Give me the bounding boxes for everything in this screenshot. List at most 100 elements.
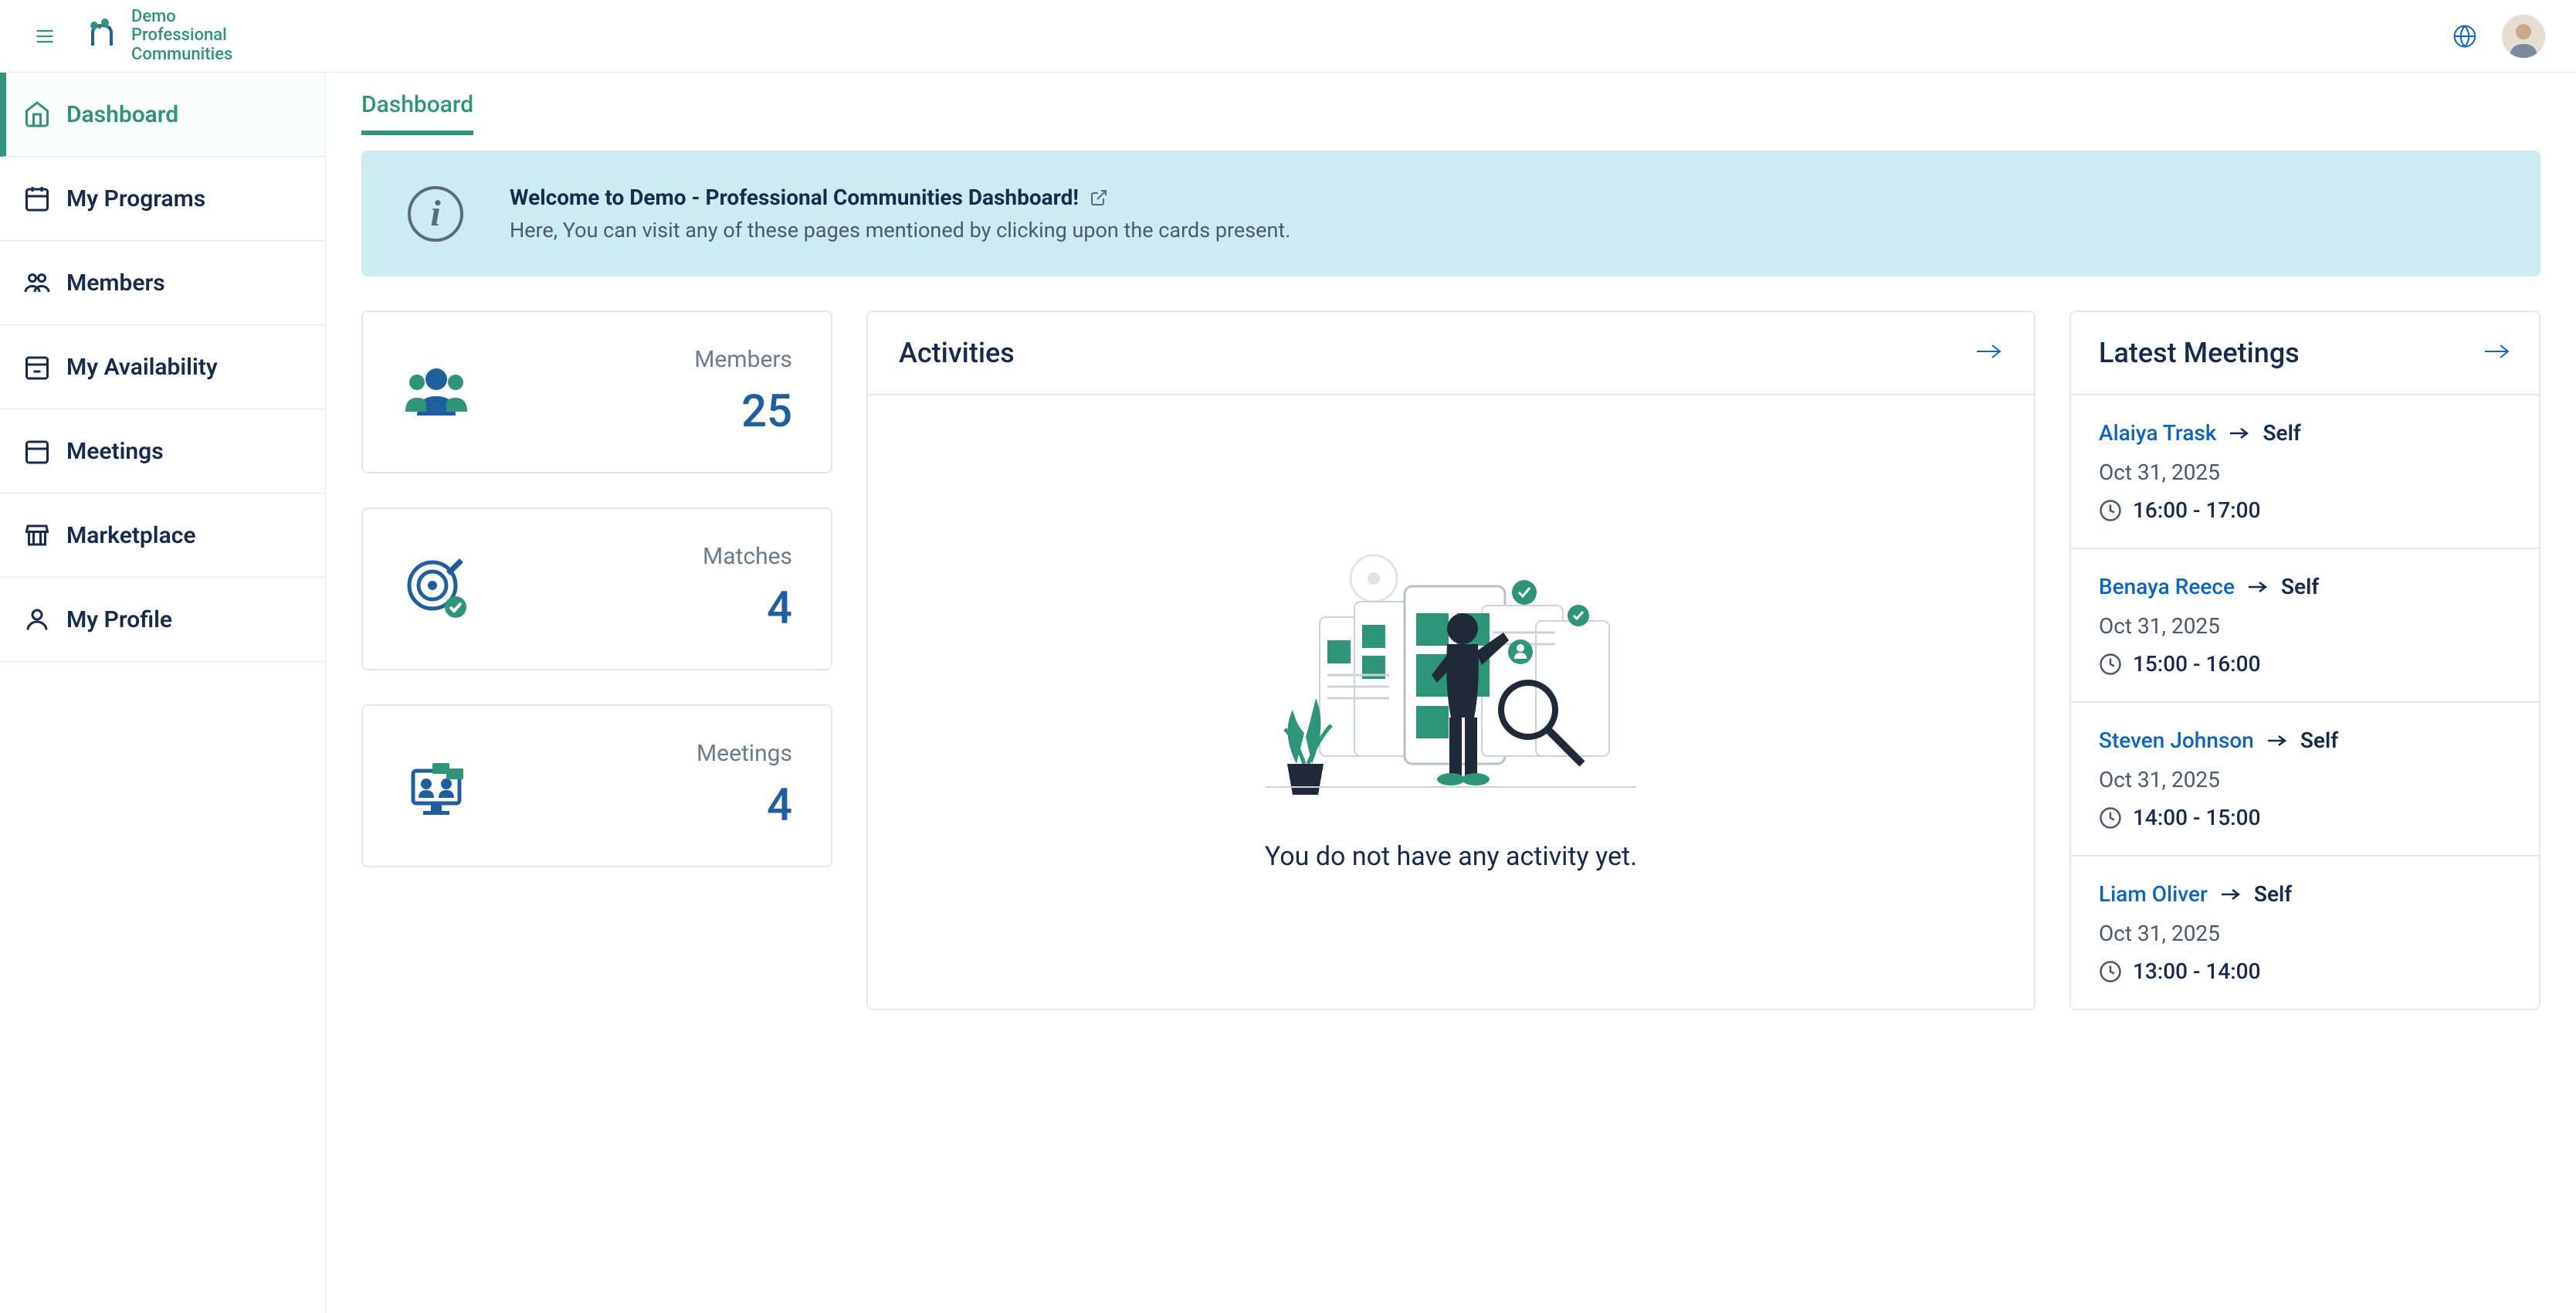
meeting-person: Self — [2262, 420, 2300, 446]
meeting-item[interactable]: Alaiya Trask Self Oct 31, 2025 16:00 - 1… — [2071, 395, 2539, 549]
meeting-time: 15:00 - 16:00 — [2099, 651, 2511, 677]
clock-icon — [2099, 499, 2122, 522]
sidebar-item-label: My Profile — [66, 606, 172, 633]
main-content: Dashboard i Welcome to Demo - Profession… — [326, 73, 2576, 1313]
arrow-right-icon — [2266, 734, 2288, 748]
stat-card-members[interactable]: Members 25 — [361, 310, 832, 473]
meeting-item[interactable]: Steven Johnson Self Oct 31, 2025 14:00 -… — [2071, 703, 2539, 857]
stat-cards-column: Members 25 — [361, 310, 832, 1010]
sidebar-item-marketplace[interactable]: Marketplace — [0, 494, 325, 578]
meeting-person-link[interactable]: Benaya Reece — [2099, 574, 2235, 599]
logo-text: Demo Professional Communities — [131, 8, 232, 64]
sidebar-item-label: My Availability — [66, 354, 218, 381]
logo-icon — [83, 18, 120, 55]
sidebar-item-label: Marketplace — [66, 522, 196, 549]
hamburger-menu-button[interactable] — [31, 22, 59, 50]
sidebar-item-label: Meetings — [66, 438, 164, 465]
meeting-time: 16:00 - 17:00 — [2099, 497, 2511, 523]
meeting-date: Oct 31, 2025 — [2099, 460, 2511, 485]
activities-title: Activities — [899, 337, 1015, 369]
clock-icon — [2099, 653, 2122, 676]
empty-state-illustration-icon — [1250, 532, 1652, 810]
meeting-person: Self — [2254, 881, 2292, 907]
store-icon — [23, 521, 51, 549]
breadcrumb: Dashboard — [326, 73, 2576, 135]
clock-icon — [2099, 960, 2122, 983]
latest-meetings-panel: Latest Meetings Alaiya Trask Self Oct 31… — [2069, 310, 2540, 1010]
sidebar-item-members[interactable]: Members — [0, 241, 325, 325]
sidebar-item-meetings[interactable]: Meetings — [0, 409, 325, 494]
calendar-range-icon — [23, 185, 51, 212]
sidebar-item-my-availability[interactable]: My Availability — [0, 325, 325, 409]
meetings-list: Alaiya Trask Self Oct 31, 2025 16:00 - 1… — [2071, 395, 2539, 1009]
activities-header: Activities — [868, 312, 2034, 395]
external-link-icon[interactable] — [1090, 188, 1108, 207]
meeting-participants: Steven Johnson Self — [2099, 728, 2511, 753]
sidebar: Dashboard My Programs Members My Availab… — [0, 73, 326, 1313]
language-globe-icon[interactable] — [2452, 24, 2477, 49]
activities-panel: Activities — [866, 310, 2035, 1010]
meeting-person-link[interactable]: Steven Johnson — [2099, 728, 2254, 753]
home-icon — [23, 100, 51, 128]
arrow-right-icon — [2229, 426, 2250, 440]
arrow-right-icon — [2483, 342, 2511, 361]
banner-description: Here, You can visit any of these pages m… — [510, 218, 1290, 243]
meeting-time: 13:00 - 14:00 — [2099, 958, 2511, 984]
banner-title: Welcome to Demo - Professional Communiti… — [510, 185, 1290, 210]
hamburger-icon — [34, 25, 56, 47]
target-icon — [402, 555, 471, 624]
header-right — [2452, 15, 2545, 58]
stat-label: Meetings — [697, 740, 792, 767]
welcome-banner: i Welcome to Demo - Professional Communi… — [361, 151, 2540, 277]
banner-text: Welcome to Demo - Professional Communiti… — [510, 185, 1290, 243]
sidebar-item-label: My Programs — [66, 185, 205, 212]
sidebar-item-label: Dashboard — [66, 101, 178, 128]
arrow-right-icon — [2247, 580, 2269, 594]
meeting-item[interactable]: Benaya Reece Self Oct 31, 2025 15:00 - 1… — [2071, 549, 2539, 703]
calendar-check-icon — [23, 353, 51, 381]
arrow-right-icon — [2220, 887, 2242, 901]
clock-icon — [2099, 806, 2122, 830]
activities-view-all-link[interactable] — [1975, 342, 2003, 364]
meeting-person: Self — [2300, 728, 2338, 753]
stat-value: 4 — [703, 582, 792, 635]
meeting-icon — [402, 751, 471, 821]
activities-empty-state: You do not have any activity yet. — [868, 395, 2034, 1009]
breadcrumb-item[interactable]: Dashboard — [361, 91, 473, 135]
user-icon — [23, 606, 51, 633]
meeting-time: 14:00 - 15:00 — [2099, 805, 2511, 830]
arrow-right-icon — [1975, 342, 2003, 361]
meeting-participants: Liam Oliver Self — [2099, 881, 2511, 907]
meeting-person-link[interactable]: Liam Oliver — [2099, 881, 2208, 907]
header-left: Demo Professional Communities — [31, 8, 232, 64]
sidebar-item-dashboard[interactable]: Dashboard — [0, 73, 325, 157]
people-icon — [402, 358, 471, 427]
stat-card-matches[interactable]: Matches 4 — [361, 507, 832, 670]
meeting-person-link[interactable]: Alaiya Trask — [2099, 420, 2216, 446]
meeting-participants: Benaya Reece Self — [2099, 574, 2511, 599]
logo-link[interactable]: Demo Professional Communities — [83, 8, 232, 64]
sidebar-item-my-programs[interactable]: My Programs — [0, 157, 325, 241]
avatar-image-icon — [2502, 15, 2545, 58]
meeting-date: Oct 31, 2025 — [2099, 921, 2511, 946]
users-icon — [23, 269, 51, 297]
meeting-date: Oct 31, 2025 — [2099, 613, 2511, 639]
calendar-icon — [23, 437, 51, 465]
meeting-item[interactable]: Liam Oliver Self Oct 31, 2025 13:00 - 14… — [2071, 857, 2539, 1009]
stat-label: Matches — [703, 543, 792, 570]
stat-value: 4 — [697, 779, 792, 832]
stat-card-meetings[interactable]: Meetings 4 — [361, 704, 832, 867]
sidebar-item-my-profile[interactable]: My Profile — [0, 578, 325, 662]
meetings-view-all-link[interactable] — [2483, 342, 2511, 364]
stat-value: 25 — [694, 385, 792, 438]
meeting-person: Self — [2281, 574, 2319, 599]
meetings-title: Latest Meetings — [2099, 337, 2300, 369]
meeting-date: Oct 31, 2025 — [2099, 767, 2511, 792]
sidebar-item-label: Members — [66, 270, 165, 297]
top-header: Demo Professional Communities — [0, 0, 2576, 73]
activities-empty-text: You do not have any activity yet. — [1265, 841, 1637, 872]
info-icon: i — [408, 186, 463, 242]
meeting-participants: Alaiya Trask Self — [2099, 420, 2511, 446]
meetings-header: Latest Meetings — [2071, 312, 2539, 395]
user-avatar[interactable] — [2502, 15, 2545, 58]
